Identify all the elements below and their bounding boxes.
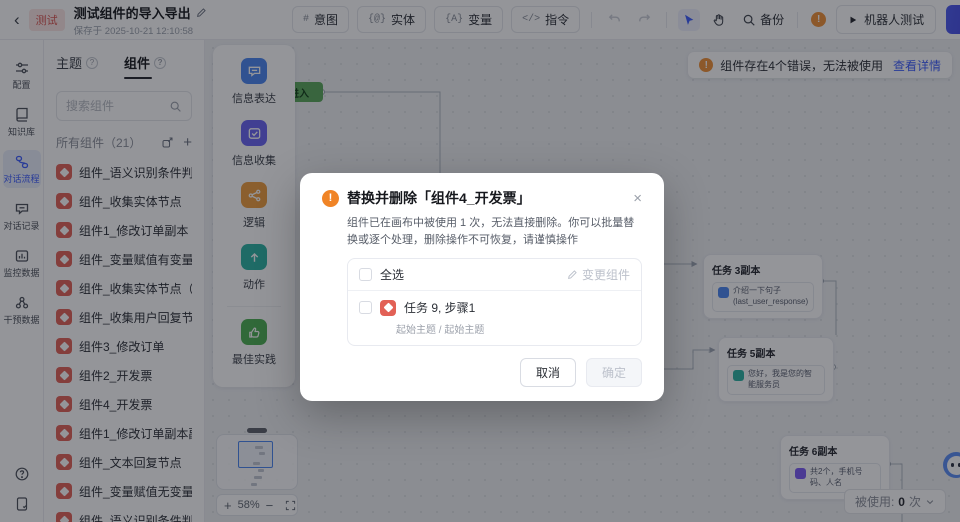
usage-list-item[interactable]: 任务 9, 步骤1 起始主题 / 起始主题 bbox=[348, 291, 641, 345]
item-checkbox[interactable] bbox=[359, 301, 372, 314]
close-icon[interactable]: × bbox=[633, 191, 642, 206]
select-all-label: 全选 bbox=[380, 266, 404, 283]
change-component-button[interactable]: 变更组件 bbox=[567, 266, 630, 283]
modal-description: 组件已在画布中被使用 1 次，无法直接删除。你可以批量替换或逐个处理，删除操作不… bbox=[347, 215, 642, 249]
component-icon bbox=[380, 300, 396, 316]
cancel-button[interactable]: 取消 bbox=[520, 358, 576, 387]
select-all-checkbox[interactable] bbox=[359, 268, 372, 281]
app-root: ‹ 测试 测试组件的导入导出 保存于 2025-10-21 12:10:58 #… bbox=[0, 0, 960, 522]
usage-list-box: 全选 变更组件 任务 9, 步骤1 起始主题 / 起始主题 bbox=[347, 258, 642, 346]
warning-icon: ! bbox=[322, 190, 339, 207]
pencil-icon bbox=[567, 269, 578, 280]
confirm-button[interactable]: 确定 bbox=[586, 358, 642, 387]
change-component-label: 变更组件 bbox=[582, 266, 630, 283]
replace-delete-modal: ! 替换并删除「组件4_开发票」 × 组件已在画布中被使用 1 次，无法直接删除… bbox=[300, 173, 664, 401]
usage-item-title: 任务 9, 步骤1 bbox=[404, 299, 475, 316]
modal-title: 替换并删除「组件4_开发票」 bbox=[347, 188, 531, 208]
usage-item-path: 起始主题 / 起始主题 bbox=[396, 321, 630, 336]
